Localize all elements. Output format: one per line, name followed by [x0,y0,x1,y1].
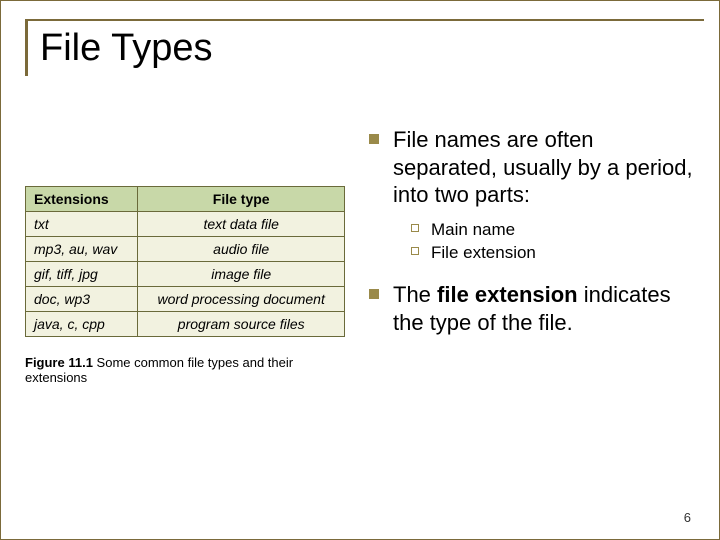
cell-ext: mp3, au, wav [26,237,138,262]
right-column: File names are often separated, usually … [369,126,695,385]
slide: File Types Extensions File type txt text… [0,0,720,540]
cell-ft: text data file [138,212,345,237]
sub-bullet-text: Main name [431,220,515,239]
col-header-extensions: Extensions [26,187,138,212]
table-row: java, c, cpp program source files [26,312,345,337]
bullet-item: File names are often separated, usually … [369,126,695,263]
table-row: mp3, au, wav audio file [26,237,345,262]
body: Extensions File type txt text data file … [25,126,695,385]
page-number: 6 [684,510,691,525]
cell-ft: audio file [138,237,345,262]
left-column: Extensions File type txt text data file … [25,126,345,385]
bullet-list: File names are often separated, usually … [369,126,695,336]
bullet-text: File names are often separated, usually … [393,127,693,207]
title-block: File Types [25,19,695,76]
table-row: doc, wp3 word processing document [26,287,345,312]
sub-bullet-list: Main name File extension [393,219,695,264]
bullet-text-bold: file extension [437,282,578,307]
sub-bullet-item: File extension [411,242,695,263]
cell-ext: doc, wp3 [26,287,138,312]
table-header-row: Extensions File type [26,187,345,212]
page-title: File Types [40,25,695,76]
cell-ft: image file [138,262,345,287]
sub-bullet-item: Main name [411,219,695,240]
cell-ft: program source files [138,312,345,337]
figure-caption: Figure 11.1 Some common file types and t… [25,355,345,385]
title-rule [28,19,704,21]
file-types-table: Extensions File type txt text data file … [25,186,345,337]
table-row: gif, tiff, jpg image file [26,262,345,287]
cell-ext: txt [26,212,138,237]
cell-ext: java, c, cpp [26,312,138,337]
cell-ft: word processing document [138,287,345,312]
cell-ext: gif, tiff, jpg [26,262,138,287]
figure-number: Figure 11.1 [25,355,93,370]
sub-bullet-text: File extension [431,243,536,262]
col-header-filetype: File type [138,187,345,212]
bullet-text-pre: The [393,282,437,307]
bullet-item: The file extension indicates the type of… [369,281,695,336]
table-row: txt text data file [26,212,345,237]
